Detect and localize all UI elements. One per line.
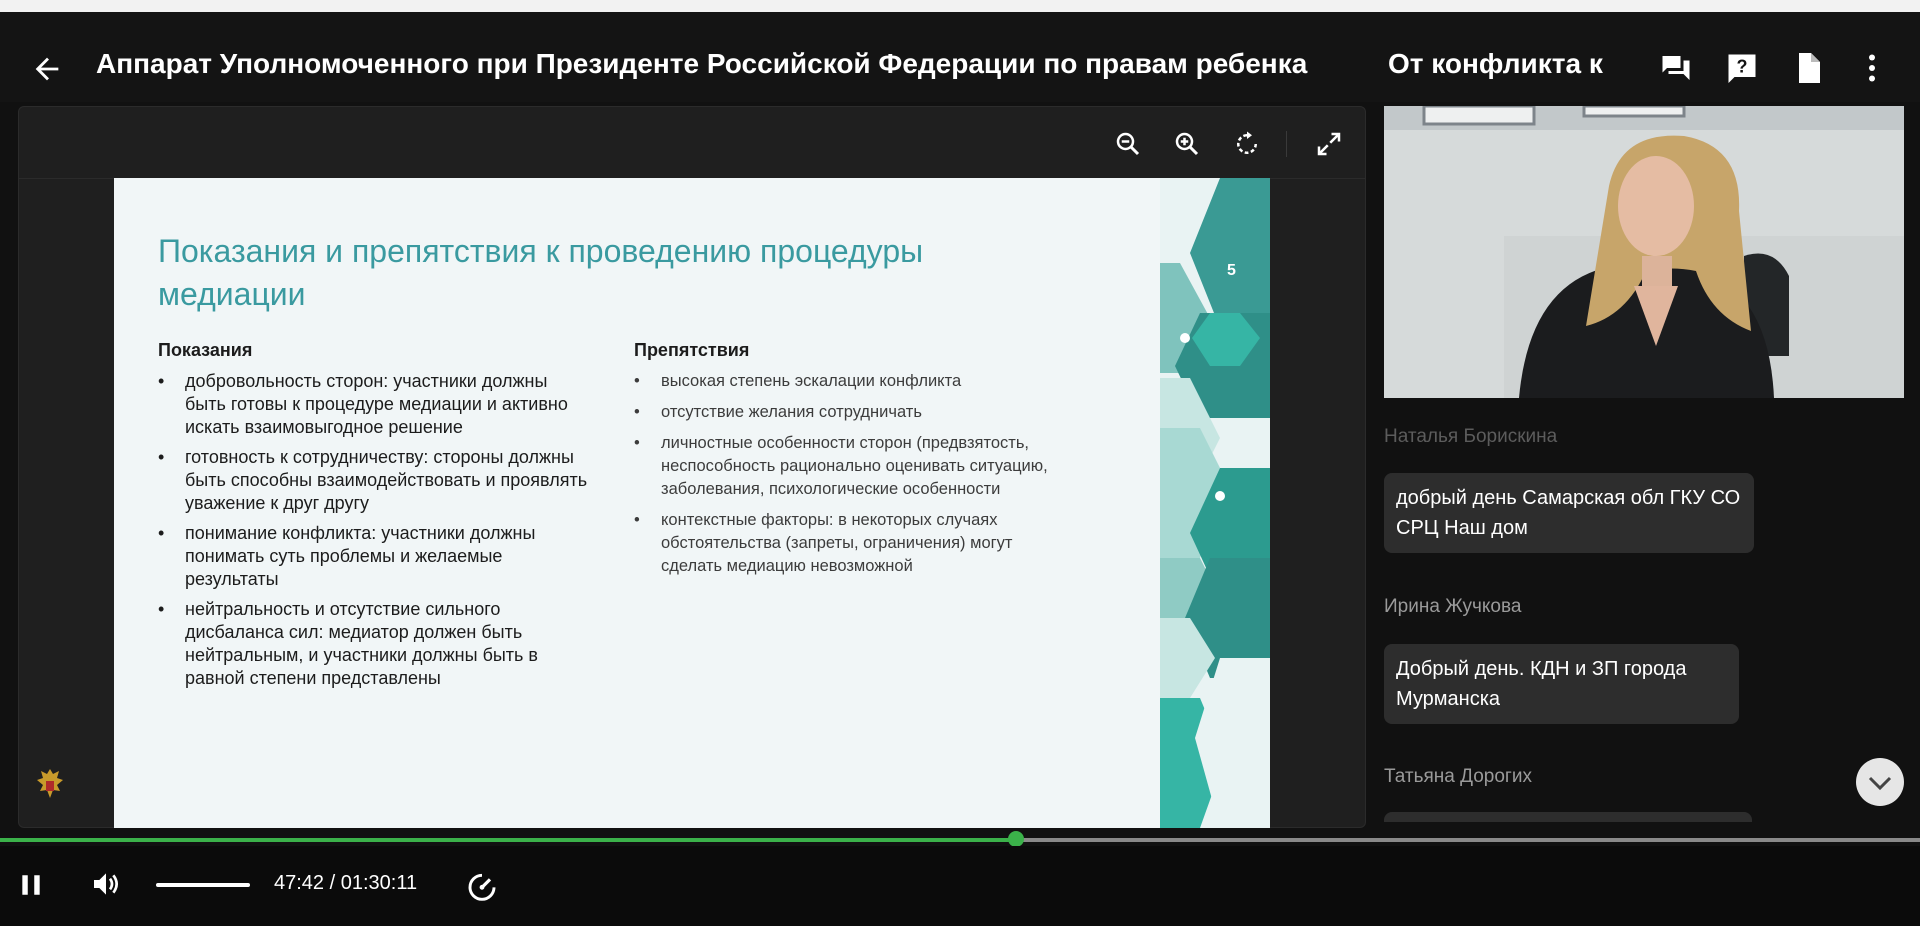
hexagon-decoration	[1160, 178, 1270, 828]
svg-text:?: ?	[1737, 57, 1748, 77]
pause-icon[interactable]	[18, 872, 44, 898]
back-arrow-icon[interactable]	[30, 52, 64, 86]
more-vertical-icon[interactable]	[1854, 50, 1890, 86]
page-title: Аппарат Уполномоченного при Президенте Р…	[96, 48, 1308, 79]
chat-message	[1384, 812, 1752, 822]
list-item: контекстные факторы: в некоторых случаях…	[634, 509, 1064, 578]
chat-message: добрый день Самарская обл ГКУ СО СРЦ Наш…	[1384, 473, 1754, 553]
chat-message: Добрый день. КДН и ЗП города Мурманска	[1384, 644, 1739, 724]
indications-heading: Показания	[158, 340, 253, 360]
document-icon[interactable]	[1790, 50, 1826, 86]
list-item: отсутствие желания сотрудничать	[634, 401, 1064, 424]
list-item: понимание конфликта: участники должны по…	[158, 522, 588, 591]
progress-fill	[0, 838, 1016, 842]
obstacles-list: высокая степень эскалации конфликта отсу…	[634, 370, 1064, 586]
rotate-icon[interactable]	[1232, 129, 1262, 159]
list-item: добровольность сторон: участники должны …	[158, 370, 588, 439]
indications-list: добровольность сторон: участники должны …	[158, 370, 588, 697]
slide-title: Показания и препятствия к проведению про…	[158, 233, 924, 312]
chat-author: Татьяна Дорогих	[1384, 766, 1532, 787]
page-title-continued: От конфликта к	[1388, 48, 1603, 79]
chat-panel: Наталья Борискина добрый день Самарская …	[1384, 410, 1904, 822]
zoom-out-icon[interactable]	[1113, 129, 1143, 159]
header: Аппарат Уполномоченного при Президенте Р…	[0, 12, 1920, 102]
obstacles-heading: Препятствия	[634, 340, 750, 360]
chat-author: Ирина Жучкова	[1384, 596, 1522, 617]
scroll-down-button[interactable]	[1856, 758, 1904, 806]
list-item: нейтральность и отсутствие сильного дисб…	[158, 598, 588, 690]
playback-speed-icon[interactable]	[466, 870, 498, 902]
chevron-down-icon	[1868, 776, 1892, 791]
speaker-video-frame	[1384, 106, 1904, 398]
chat-author: Наталья Борискина	[1384, 426, 1558, 447]
list-item: высокая степень эскалации конфликта	[634, 370, 1064, 393]
list-item: личностные особенности сторон (предвзято…	[634, 432, 1064, 501]
presentation-slide: Показания и препятствия к проведению про…	[114, 178, 1270, 828]
list-item: готовность к сотрудничеству: стороны дол…	[158, 446, 588, 515]
volume-icon[interactable]	[90, 868, 122, 900]
emblem-logo	[37, 769, 63, 798]
viewer-toolbar	[19, 107, 1365, 179]
toolbar-divider	[1286, 131, 1287, 157]
progress-handle[interactable]	[1007, 831, 1024, 847]
zoom-in-icon[interactable]	[1172, 129, 1202, 159]
slide-page-number: 5	[1227, 262, 1236, 279]
chat-icon[interactable]	[1658, 50, 1694, 86]
fullscreen-icon[interactable]	[1314, 129, 1344, 159]
playback-time: 47:42 / 01:30:11	[274, 872, 418, 894]
help-icon[interactable]: ?	[1724, 50, 1760, 86]
speaker-video[interactable]	[1384, 106, 1904, 398]
volume-slider[interactable]	[156, 883, 250, 887]
top-strip	[0, 0, 1920, 12]
